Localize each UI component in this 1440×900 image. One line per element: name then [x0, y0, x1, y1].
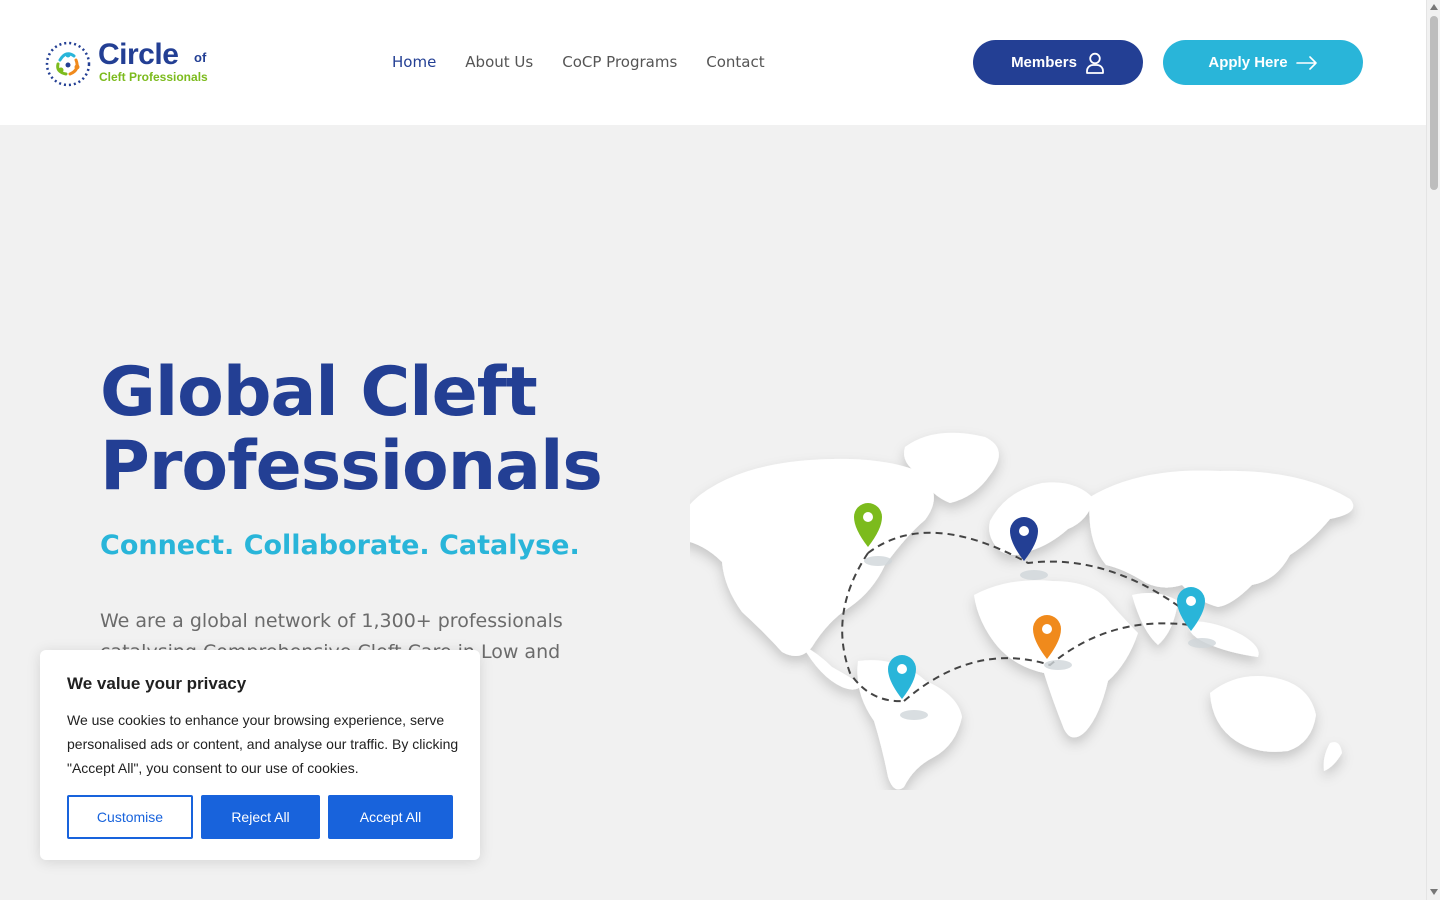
nav-home[interactable]: Home — [392, 52, 436, 72]
user-icon — [1086, 52, 1104, 74]
site-header: Circle of Cleft Professionals Home About… — [0, 0, 1426, 125]
logo-icon — [45, 41, 91, 87]
site-logo[interactable]: Circle of Cleft Professionals — [44, 38, 214, 88]
cookie-title: We value your privacy — [67, 674, 247, 693]
scroll-down-arrow-icon[interactable] — [1430, 889, 1438, 895]
nav-cocp-programs[interactable]: CoCP Programs — [562, 52, 677, 72]
members-button[interactable]: Members — [973, 40, 1143, 85]
logo-of: of — [194, 50, 207, 65]
reject-all-button[interactable]: Reject All — [201, 795, 320, 839]
hero-tagline: Connect. Collaborate. Catalyse. — [100, 530, 580, 561]
apply-label: Apply Here — [1208, 54, 1288, 71]
logo-wordmark: Circle — [98, 38, 179, 71]
logo-subtitle: Cleft Professionals — [99, 70, 208, 84]
main-nav: Home About Us CoCP Programs Contact — [392, 52, 765, 72]
apply-here-button[interactable]: Apply Here — [1163, 40, 1363, 85]
members-label: Members — [1011, 54, 1077, 71]
nav-contact[interactable]: Contact — [706, 52, 764, 72]
cookie-consent-banner: We value your privacy We use cookies to … — [40, 650, 480, 860]
accept-all-button[interactable]: Accept All — [328, 795, 453, 839]
scroll-thumb[interactable] — [1430, 16, 1438, 190]
scroll-up-arrow-icon[interactable] — [1430, 4, 1438, 10]
nav-about-us[interactable]: About Us — [465, 52, 533, 72]
customise-button[interactable]: Customise — [67, 795, 193, 839]
arrow-right-icon — [1295, 55, 1317, 70]
world-map-illustration — [690, 432, 1354, 790]
page-scrollbar[interactable] — [1426, 0, 1440, 900]
cookie-text: We use cookies to enhance your browsing … — [67, 712, 459, 776]
hero-title: Global Cleft Professionals — [100, 353, 603, 506]
